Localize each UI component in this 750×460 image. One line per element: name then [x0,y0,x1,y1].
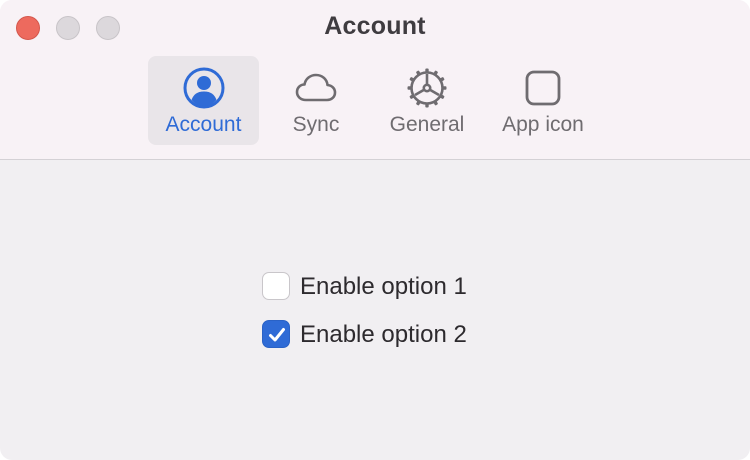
tab-account[interactable]: Account [148,56,259,145]
tab-general-label: General [389,113,465,136]
cloud-icon [295,73,337,102]
window-title: Account [324,12,426,40]
preferences-window: Account Account Sync General App icon En… [0,0,750,460]
tab-sync-label: Sync [292,113,340,136]
tab-app-icon[interactable]: App icon [490,56,596,145]
option-2-checkbox[interactable] [262,320,290,348]
option-1-checkbox[interactable] [262,272,290,300]
tab-sync[interactable]: Sync [266,56,366,145]
square-icon [525,70,561,106]
checkmark-icon [269,328,285,342]
tab-general[interactable]: General [376,56,478,145]
gear-icon [407,68,447,108]
toolbar: Account Account Sync General App icon [0,0,750,160]
option-2-label[interactable]: Enable option 2 [300,320,467,350]
option-1-label[interactable]: Enable option 1 [300,272,467,302]
person-circle-icon [183,67,224,109]
tab-app-icon-label: App icon [502,113,584,136]
tab-account-label: Account [165,113,242,136]
